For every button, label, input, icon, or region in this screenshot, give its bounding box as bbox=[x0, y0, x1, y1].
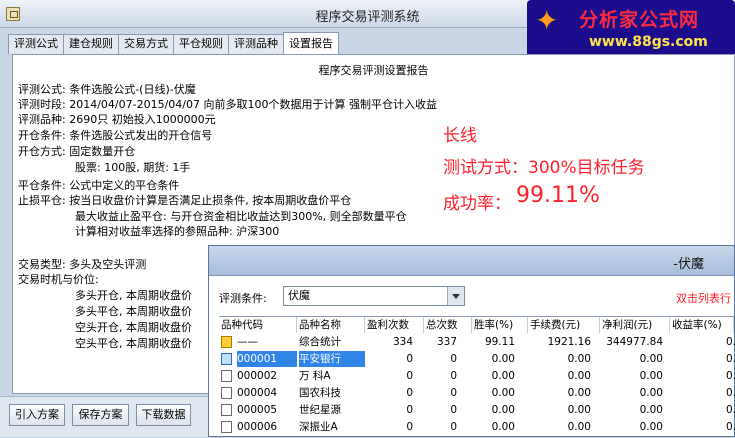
column-header[interactable]: 收益率(%) bbox=[672, 317, 734, 333]
results-window: -伏魔 评测条件: 伏魔 双击列表行 品种代码 品种名称 盈利次数 总次数 胜率… bbox=[208, 245, 735, 437]
report-line: 股票: 100股, 期货: 1手 bbox=[75, 161, 191, 174]
tab-formula[interactable]: 评测公式 bbox=[8, 34, 64, 54]
column-header[interactable]: 品种名称 bbox=[299, 317, 365, 333]
report-line: 评测品种: 2690只 初始投入1000000元 bbox=[18, 113, 216, 126]
table-row[interactable]: 000001 平安银行 0 0 0.00 0.00 0.00 0. bbox=[219, 351, 735, 367]
tab-report[interactable]: 设置报告 bbox=[283, 32, 339, 54]
column-header[interactable]: 总次数 bbox=[426, 317, 472, 333]
report-line: 评测公式: 条件选股公式-(日线)-伏魔 bbox=[18, 83, 196, 96]
results-table: 品种代码 品种名称 盈利次数 总次数 胜率(%) 手续费(元) 净利润(元) 收… bbox=[219, 316, 735, 438]
import-plan-button[interactable]: 引入方案 bbox=[9, 404, 65, 426]
summary-icon bbox=[221, 336, 232, 348]
filter-label: 评测条件: bbox=[219, 292, 267, 305]
report-line: 空头平仓, 本周期收盘价 bbox=[75, 337, 192, 350]
tab-bar: 评测公式 建仓规则 交易方式 平仓规则 评测品种 设置报告 bbox=[8, 32, 339, 54]
site-logo: ✦ 分析家公式网 www.88gs.com bbox=[527, 0, 735, 58]
column-header[interactable]: 净利润(元) bbox=[602, 317, 670, 333]
document-icon bbox=[221, 370, 232, 382]
report-line: 空头开仓, 本周期收盘价 bbox=[75, 321, 192, 334]
annotation-long-term: 长线 bbox=[443, 126, 477, 146]
report-line: 多头平仓, 本周期收盘价 bbox=[75, 305, 192, 318]
table-row[interactable]: 000006 深振业A 0 0 0.00 0.00 0.00 0. bbox=[219, 419, 735, 435]
report-line: 交易时机与价位: bbox=[18, 273, 99, 286]
tab-close-rule[interactable]: 平仓规则 bbox=[173, 34, 229, 54]
table-row[interactable]: —— 综合统计 334 337 99.11 1921.16 344977.84 … bbox=[219, 334, 735, 350]
tab-trade-mode[interactable]: 交易方式 bbox=[118, 34, 174, 54]
report-line: 评测时段: 2014/04/07-2015/04/07 向前多取100个数据用于… bbox=[18, 98, 437, 111]
results-title: -伏魔 bbox=[673, 257, 704, 272]
report-line: 平仓条件: 公式中定义的平仓条件 bbox=[18, 179, 180, 192]
report-line: 交易类型: 多头及空头评测 bbox=[18, 258, 147, 271]
filter-value: 伏魔 bbox=[288, 289, 310, 302]
annotation-success-label: 成功率： bbox=[443, 194, 511, 214]
download-data-button[interactable]: 下载数据 bbox=[136, 404, 191, 426]
hint-text: 双击列表行 bbox=[676, 292, 731, 305]
tab-instruments[interactable]: 评测品种 bbox=[228, 34, 284, 54]
logo-url: www.88gs.com bbox=[589, 34, 708, 50]
tab-open-rule[interactable]: 建仓规则 bbox=[63, 34, 119, 54]
table-row[interactable]: 000005 世纪星源 0 0 0.00 0.00 0.00 0. bbox=[219, 402, 735, 418]
report-line: 开仓条件: 条件选股公式发出的开仓信号 bbox=[18, 129, 213, 142]
chevron-down-icon[interactable] bbox=[447, 287, 464, 305]
annotation-success-rate: 99.11% bbox=[516, 183, 600, 208]
report-line: 开仓方式: 固定数量开仓 bbox=[18, 145, 136, 158]
document-icon bbox=[221, 387, 232, 399]
column-header[interactable]: 品种代码 bbox=[221, 317, 297, 333]
report-line: 计算相对收益率选择的参照品种: 沪深300 bbox=[75, 225, 280, 238]
document-icon bbox=[221, 404, 232, 416]
results-title-bar: -伏魔 bbox=[209, 246, 734, 276]
document-icon bbox=[221, 353, 232, 365]
column-header[interactable]: 手续费(元) bbox=[530, 317, 600, 333]
star-icon: ✦ bbox=[535, 4, 559, 37]
report-line: 最大收益止盈平仓: 与开仓资金相比收益达到300%, 则全部数量平仓 bbox=[75, 210, 407, 223]
report-title: 程序交易评测设置报告 bbox=[318, 64, 429, 77]
annotation-test-mode: 测试方式：300%目标任务 bbox=[443, 158, 645, 178]
table-row[interactable]: 000002 万 科A 0 0 0.00 0.00 0.00 0. bbox=[219, 368, 735, 384]
document-icon bbox=[221, 421, 232, 433]
table-header: 品种代码 品种名称 盈利次数 总次数 胜率(%) 手续费(元) 净利润(元) 收… bbox=[219, 317, 735, 333]
report-line: 多头开仓, 本周期收盘价 bbox=[75, 289, 192, 302]
logo-text: 分析家公式网 bbox=[579, 9, 700, 31]
table-row[interactable]: 000004 国农科技 0 0 0.00 0.00 0.00 0. bbox=[219, 385, 735, 401]
save-plan-button[interactable]: 保存方案 bbox=[72, 404, 129, 426]
column-header[interactable]: 盈利次数 bbox=[367, 317, 424, 333]
report-line: 止损平仓: 按当日收盘价计算是否满足止损条件, 按本周期收盘价平仓 bbox=[18, 194, 352, 207]
filter-select[interactable]: 伏魔 bbox=[283, 286, 465, 306]
column-header[interactable]: 胜率(%) bbox=[474, 317, 528, 333]
